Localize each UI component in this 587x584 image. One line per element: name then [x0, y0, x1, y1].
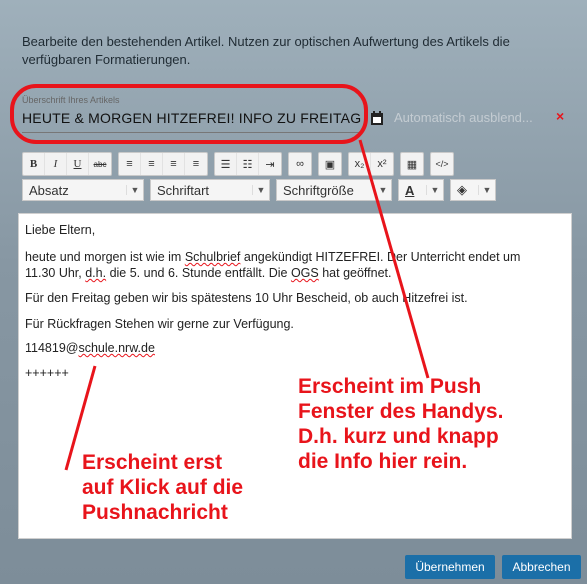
push-annotation-line-4: die Info hier rein. [298, 450, 468, 473]
apply-button[interactable]: Übernehmen [405, 555, 495, 579]
push-annotation-line-2: Fenster des Handys. [298, 400, 504, 423]
cancel-button[interactable]: Abbrechen [502, 555, 581, 579]
click-annotation-line-3: Pushnachricht [82, 501, 228, 524]
click-annotation-line-1: Erscheint erst [82, 451, 223, 474]
click-annotation: Erscheint erst auf Klick auf die Pushnac… [82, 450, 243, 525]
push-arrow-line [358, 139, 430, 379]
edit-article-dialog: Bearbeite den bestehenden Artikel. Nutze… [0, 0, 587, 584]
push-annotation-line-3: D.h. kurz und knapp [298, 425, 499, 448]
push-annotation: Erscheint im Push Fenster des Handys. D.… [298, 374, 503, 474]
click-annotation-line-2: auf Klick auf die [82, 476, 244, 499]
push-annotation-line-1: Erscheint im Push [298, 375, 482, 398]
